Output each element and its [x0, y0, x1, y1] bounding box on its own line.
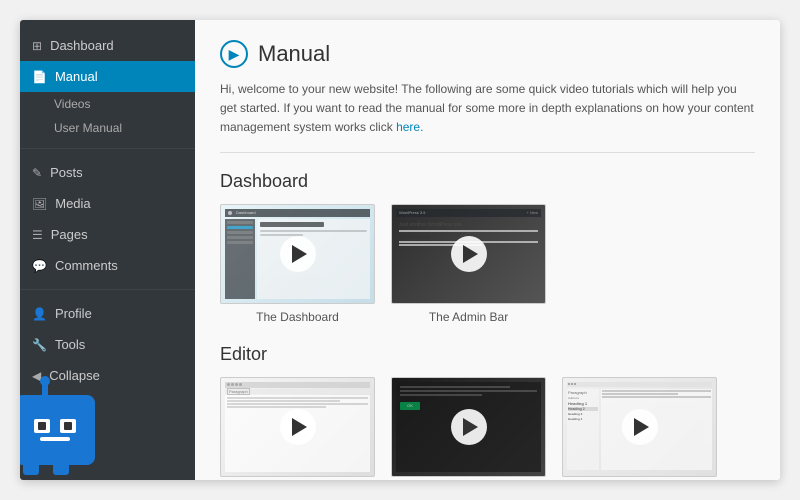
thumb-heading — [260, 222, 324, 227]
sidebar-label-posts: Posts — [50, 165, 83, 180]
manual-title-icon: ▶ — [220, 40, 248, 68]
sidebar-item-posts[interactable]: ✎ Posts — [20, 157, 195, 188]
play-button-toolbar[interactable] — [280, 409, 316, 445]
video-thumb-toolbar[interactable]: Paragraph — [220, 377, 375, 477]
video-card-adminbar: WordPress 3.9 + New Just another WordPre… — [391, 204, 546, 324]
video-thumb-dashboard[interactable]: Dashboard — [220, 204, 375, 304]
thumb-line — [227, 231, 253, 234]
play-button-heading[interactable] — [622, 409, 658, 445]
sidebar-label-profile: Profile — [55, 306, 92, 321]
sidebar-item-comments[interactable]: 💬 Comments — [20, 250, 195, 281]
video-thumb-paste[interactable]: OK — [391, 377, 546, 477]
thumb-sidebar — [225, 219, 255, 299]
video-label-dashboard: The Dashboard — [256, 310, 339, 324]
thumb-text — [260, 230, 367, 232]
robot-mouth — [40, 437, 70, 441]
video-thumb-adminbar[interactable]: WordPress 3.9 + New Just another WordPre… — [391, 204, 546, 304]
video-thumb-heading[interactable]: Paragraph Address Heading 1 Heading 2 He… — [562, 377, 717, 477]
sidebar-divider-2 — [20, 289, 195, 290]
sidebar-item-media[interactable]: 🖼 Media — [20, 188, 195, 219]
profile-icon: 👤 — [32, 307, 47, 321]
video-card-dashboard: Dashboard — [220, 204, 375, 324]
video-label-adminbar: The Admin Bar — [429, 310, 508, 324]
sidebar-item-pages[interactable]: ☰ Pages — [20, 219, 195, 250]
robot-feet — [23, 461, 69, 475]
comments-icon: 💬 — [32, 259, 47, 273]
thumb-line — [227, 241, 253, 244]
play-arrow-icon — [634, 418, 649, 436]
play-button-dashboard[interactable] — [280, 236, 316, 272]
play-arrow-icon — [463, 245, 478, 263]
robot-eye-right — [60, 419, 76, 433]
sidebar-item-profile[interactable]: 👤 Profile — [20, 298, 195, 329]
sidebar-label-user-manual: User Manual — [54, 121, 122, 135]
play-arrow-icon — [292, 245, 307, 263]
sidebar-label-tools: Tools — [55, 337, 85, 352]
robot-foot-right — [53, 461, 69, 475]
robot-foot-left — [23, 461, 39, 475]
sidebar-label-media: Media — [55, 196, 90, 211]
sidebar-item-dashboard[interactable]: ⊞ Dashboard — [20, 30, 195, 61]
section-title-editor: Editor — [220, 344, 755, 365]
intro-link[interactable]: here. — [396, 120, 423, 134]
robot-mascot — [20, 375, 115, 480]
manual-icon: 📄 — [32, 70, 47, 84]
sidebar-label-dashboard: Dashboard — [50, 38, 114, 53]
robot-pupil-right — [64, 422, 72, 430]
robot-eyes — [34, 419, 76, 433]
main-content: ▶ Manual Hi, welcome to your new website… — [195, 20, 780, 480]
media-icon: 🖼 — [32, 197, 47, 211]
sidebar-item-tools[interactable]: 🔧 Tools — [20, 329, 195, 360]
thumb-bar: Dashboard — [225, 209, 370, 217]
video-grid-dashboard: Dashboard — [220, 204, 755, 324]
sidebar-item-user-manual[interactable]: User Manual — [20, 116, 195, 140]
play-button-adminbar[interactable] — [451, 236, 487, 272]
thumb-dot — [228, 211, 232, 215]
tools-icon: 🔧 — [32, 338, 47, 352]
robot-eye-left — [34, 419, 50, 433]
monitor-icon: ▶ — [229, 46, 240, 63]
video-grid-editor: Paragraph The Toolbar — [220, 377, 755, 480]
robot-pupil-left — [38, 422, 46, 430]
app-window: ⊞ Dashboard 📄 Manual Videos User Manual … — [20, 20, 780, 480]
sidebar-label-comments: Comments — [55, 258, 118, 273]
page-title: Manual — [258, 41, 330, 67]
dashboard-icon: ⊞ — [32, 39, 42, 53]
posts-icon: ✎ — [32, 166, 42, 180]
video-card-heading: Paragraph Address Heading 1 Heading 2 He… — [562, 377, 717, 480]
video-card-paste: OK Paste From Word — [391, 377, 546, 480]
sidebar-label-videos: Videos — [54, 97, 90, 111]
thumb-bar-admin: WordPress 3.9 + New — [396, 209, 541, 217]
sidebar-label-pages: Pages — [51, 227, 88, 242]
sidebar-label-manual: Manual — [55, 69, 98, 84]
thumb-line-active — [227, 226, 253, 229]
sidebar-item-videos[interactable]: Videos — [20, 92, 195, 116]
thumb-line — [227, 236, 253, 239]
robot-face — [34, 419, 76, 441]
sidebar-divider-1 — [20, 148, 195, 149]
video-card-toolbar: Paragraph The Toolbar — [220, 377, 375, 480]
play-arrow-icon — [463, 418, 478, 436]
play-button-paste[interactable] — [451, 409, 487, 445]
section-title-dashboard: Dashboard — [220, 171, 755, 192]
pages-icon: ☰ — [32, 228, 43, 242]
page-title-area: ▶ Manual — [220, 40, 755, 68]
sidebar-item-manual[interactable]: 📄 Manual — [20, 61, 195, 92]
robot-body — [20, 395, 95, 465]
robot-antenna — [42, 383, 48, 395]
thumb-line — [227, 221, 253, 224]
intro-paragraph: Hi, welcome to your new website! The fol… — [220, 80, 755, 153]
play-arrow-icon — [292, 418, 307, 436]
